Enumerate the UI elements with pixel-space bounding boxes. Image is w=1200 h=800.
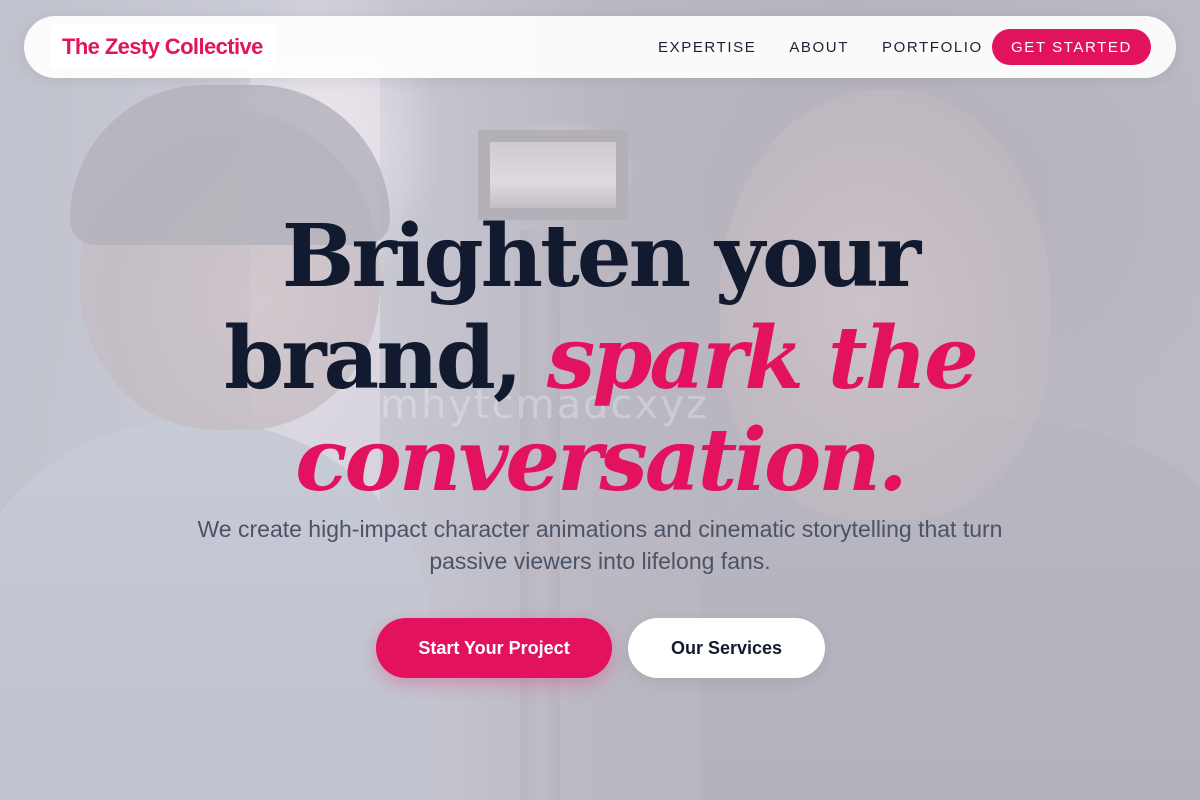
headline-line-3-accent: conversation. bbox=[295, 410, 908, 511]
our-services-button[interactable]: Our Services bbox=[628, 618, 825, 678]
hero-subtitle: We create high-impact character animatio… bbox=[197, 516, 1003, 574]
headline-line-1: Brighten your bbox=[281, 206, 921, 307]
headline-line-2-accent: spark the bbox=[546, 308, 979, 409]
logo-link[interactable]: The Zesty Collective bbox=[50, 24, 275, 70]
nav-link-portfolio[interactable]: PORTFOLIO bbox=[882, 39, 983, 56]
get-started-button[interactable]: GET STARTED bbox=[992, 29, 1151, 65]
start-your-project-button[interactable]: Start Your Project bbox=[376, 618, 612, 678]
nav-link-expertise[interactable]: EXPERTISE bbox=[658, 39, 756, 56]
hero-headline: Brighten your brand, spark the conversat… bbox=[0, 206, 1200, 512]
nav-link-about[interactable]: ABOUT bbox=[789, 39, 849, 56]
brand-logo: The Zesty Collective bbox=[62, 34, 263, 59]
nav-links: EXPERTISE ABOUT PORTFOLIO bbox=[658, 16, 983, 78]
top-navigation-bar: The Zesty Collective EXPERTISE ABOUT POR… bbox=[24, 16, 1176, 78]
headline-line-2-plain: brand, bbox=[224, 308, 547, 409]
